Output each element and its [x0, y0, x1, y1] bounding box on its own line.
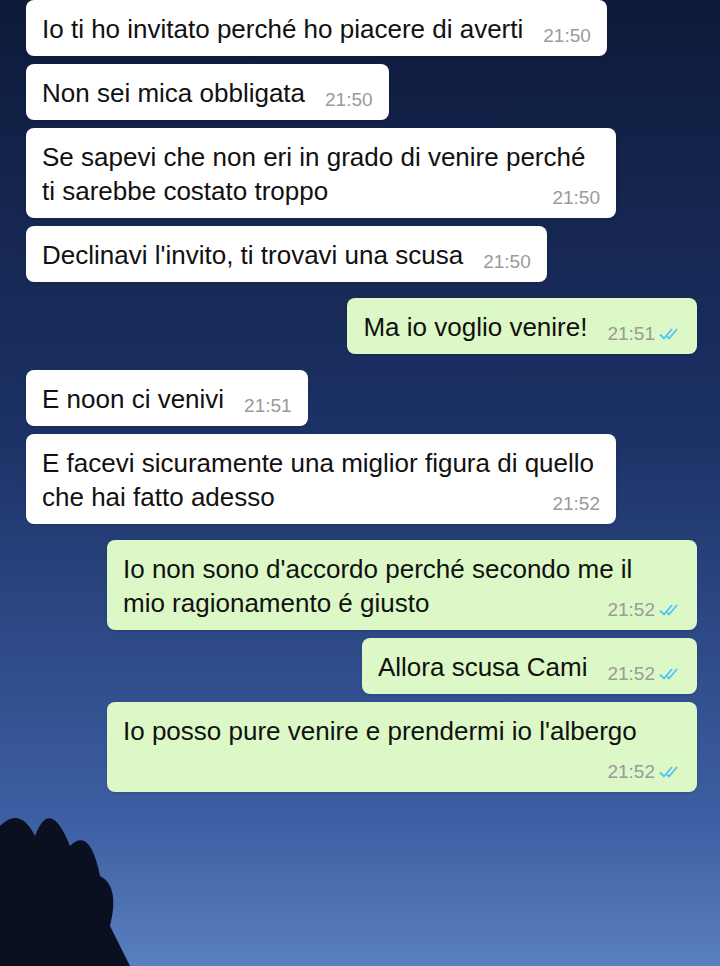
message-meta: 21:50 [483, 250, 531, 274]
incoming-message[interactable]: E noon ci venivi 21:51 [26, 370, 308, 426]
message-time: 21:52 [607, 598, 655, 622]
message-row: Ma io voglio venire! 21:51 [0, 298, 720, 354]
message-time: 21:52 [607, 662, 655, 686]
message-meta: 21:50 [325, 88, 373, 112]
message-meta: 21:51 [607, 322, 681, 346]
message-row: Io ti ho invitato perché ho piacere di a… [0, 0, 720, 56]
double-check-icon [659, 765, 681, 779]
message-time: 21:51 [244, 394, 292, 418]
message-text: Io posso pure venire e prendermi io l'al… [123, 716, 637, 746]
message-list: Io ti ho invitato perché ho piacere di a… [0, 0, 720, 792]
message-row: Non sei mica obbligata 21:50 [0, 64, 720, 120]
message-meta: 21:52 [607, 760, 681, 784]
message-time: 21:52 [552, 492, 600, 516]
incoming-message[interactable]: Se sapevi che non eri in grado di venire… [26, 128, 616, 218]
message-row: E noon ci venivi 21:51 [0, 370, 720, 426]
message-row: E facevi sicuramente una miglior figura … [0, 434, 720, 524]
message-text: E facevi sicuramente una miglior figura … [42, 448, 594, 512]
message-time: 21:52 [607, 760, 655, 784]
message-time: 21:50 [325, 88, 373, 112]
double-check-icon [659, 603, 681, 617]
message-row: Io posso pure venire e prendermi io l'al… [0, 702, 720, 792]
message-row: Declinavi l'invito, ti trovavi una scusa… [0, 226, 720, 282]
incoming-message[interactable]: Io ti ho invitato perché ho piacere di a… [26, 0, 607, 56]
outgoing-message[interactable]: Io posso pure venire e prendermi io l'al… [107, 702, 697, 792]
double-check-icon [659, 667, 681, 681]
message-text: Declinavi l'invito, ti trovavi una scusa [42, 240, 463, 270]
outgoing-message[interactable]: Ma io voglio venire! 21:51 [347, 298, 697, 354]
incoming-message[interactable]: E facevi sicuramente una miglior figura … [26, 434, 616, 524]
incoming-message[interactable]: Non sei mica obbligata 21:50 [26, 64, 389, 120]
message-text: Allora scusa Cami [378, 652, 588, 682]
message-text: Ma io voglio venire! [363, 312, 587, 342]
message-time: 21:50 [543, 24, 591, 48]
chat-screen: Io ti ho invitato perché ho piacere di a… [0, 0, 720, 966]
message-meta: 21:52 [607, 598, 681, 622]
message-time: 21:51 [607, 322, 655, 346]
message-time: 21:50 [483, 250, 531, 274]
message-row: Allora scusa Cami 21:52 [0, 638, 720, 694]
message-meta: 21:52 [552, 492, 600, 516]
message-text: E noon ci venivi [42, 384, 224, 414]
message-text: Io ti ho invitato perché ho piacere di a… [42, 14, 523, 44]
tree-silhouette-icon [0, 766, 140, 966]
outgoing-message[interactable]: Io non sono d'accordo perché secondo me … [107, 540, 697, 630]
message-meta: 21:50 [543, 24, 591, 48]
message-text: Se sapevi che non eri in grado di venire… [42, 142, 585, 206]
message-row: Se sapevi che non eri in grado di venire… [0, 128, 720, 218]
message-text: Non sei mica obbligata [42, 78, 305, 108]
message-meta: 21:51 [244, 394, 292, 418]
incoming-message[interactable]: Declinavi l'invito, ti trovavi una scusa… [26, 226, 547, 282]
message-row: Io non sono d'accordo perché secondo me … [0, 540, 720, 630]
message-text: Io non sono d'accordo perché secondo me … [123, 554, 632, 618]
message-time: 21:50 [552, 186, 600, 210]
message-meta: 21:52 [607, 662, 681, 686]
message-meta: 21:50 [552, 186, 600, 210]
double-check-icon [659, 327, 681, 341]
outgoing-message[interactable]: Allora scusa Cami 21:52 [362, 638, 697, 694]
